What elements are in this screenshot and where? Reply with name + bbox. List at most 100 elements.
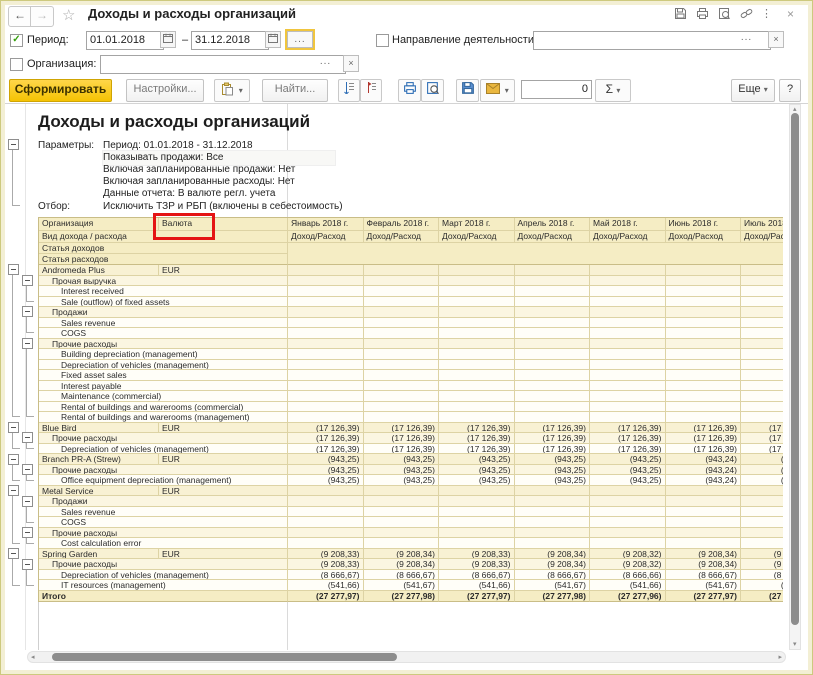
value-cell[interactable] — [666, 391, 742, 402]
value-cell[interactable] — [590, 297, 666, 308]
item-label-cell[interactable]: Building depreciation (management) — [39, 349, 288, 360]
group-label-cell[interactable]: Продажи — [39, 307, 288, 318]
find-button[interactable]: Найти... — [262, 79, 328, 102]
table-row[interactable]: COGS — [39, 517, 783, 528]
value-cell[interactable] — [590, 538, 666, 549]
collapse-group-icon[interactable] — [22, 527, 33, 538]
value-cell[interactable] — [364, 402, 440, 413]
value-cell[interactable]: (9 208,33) — [288, 559, 364, 570]
period-choose-button[interactable]: ... — [287, 31, 313, 48]
item-label-cell[interactable]: Depreciation of vehicles (management) — [39, 570, 288, 581]
value-cell[interactable] — [741, 360, 783, 371]
value-cell[interactable] — [364, 286, 440, 297]
value-cell[interactable]: (943,25) — [590, 475, 666, 486]
value-cell[interactable] — [590, 318, 666, 329]
direction-choose-button[interactable]: ... — [739, 32, 754, 47]
value-cell[interactable] — [288, 328, 364, 339]
organization-header[interactable]: Организация — [39, 218, 159, 231]
collapse-groups-icon[interactable] — [338, 79, 360, 102]
value-cell[interactable]: (17 126,39) — [590, 433, 666, 444]
value-cell[interactable] — [364, 370, 440, 381]
value-cell[interactable] — [515, 286, 591, 297]
currency-header[interactable]: Валюта — [159, 218, 288, 231]
value-cell[interactable]: (17 126,39) — [439, 433, 515, 444]
value-cell[interactable]: (17 126,39) — [439, 423, 515, 434]
value-cell[interactable]: (9 208,34) — [364, 559, 440, 570]
sigma-dropdown[interactable]: Σ ▾ — [595, 79, 631, 102]
value-cell[interactable] — [439, 318, 515, 329]
value-cell[interactable] — [364, 297, 440, 308]
value-cell[interactable] — [439, 538, 515, 549]
table-row[interactable]: Прочие расходы(943,25)(943,25)(943,25)(9… — [39, 465, 783, 476]
month-header[interactable]: Апрель 2018 г. — [515, 218, 591, 231]
table-row[interactable]: Rental of buildings and warerooms (manag… — [39, 412, 783, 423]
value-cell[interactable] — [364, 391, 440, 402]
table-row[interactable]: Прочие расходы — [39, 339, 783, 350]
value-cell[interactable]: (17 126,39) — [666, 444, 742, 455]
value-cell[interactable] — [666, 538, 742, 549]
value-cell[interactable]: (8 666,67) — [741, 570, 783, 581]
table-row[interactable]: Andromeda PlusEUR — [39, 265, 783, 276]
table-row[interactable]: Metal ServiceEUR — [39, 486, 783, 497]
group-label-cell[interactable]: Прочие расходы — [39, 339, 288, 350]
table-row[interactable]: Rental of buildings and warerooms (comme… — [39, 402, 783, 413]
forward-button[interactable]: → — [30, 6, 54, 27]
value-cell[interactable] — [666, 496, 742, 507]
value-cell[interactable] — [666, 370, 742, 381]
value-cell[interactable] — [590, 391, 666, 402]
horizontal-scrollbar[interactable]: ◂ ▸ — [27, 651, 786, 663]
value-cell[interactable]: (17 126,39) — [364, 433, 440, 444]
group-label-cell[interactable]: Прочие расходы — [39, 433, 288, 444]
value-cell[interactable]: (17 126,39) — [515, 423, 591, 434]
value-cell[interactable]: (27 277,96) — [590, 591, 666, 602]
table-row[interactable]: Sales revenue — [39, 507, 783, 518]
item-label-cell[interactable]: Rental of buildings and warerooms (manag… — [39, 412, 288, 423]
value-cell[interactable] — [364, 496, 440, 507]
value-cell[interactable] — [666, 265, 742, 276]
value-cell[interactable] — [666, 349, 742, 360]
value-cell[interactable]: (943,24) — [666, 454, 742, 465]
table-row[interactable]: Sales revenue — [39, 318, 783, 329]
value-cell[interactable]: (9 208,34) — [666, 559, 742, 570]
value-cell[interactable]: (17 126,39) — [364, 444, 440, 455]
value-cell[interactable] — [288, 339, 364, 350]
horizontal-scrollbar-thumb[interactable] — [52, 653, 397, 661]
value-cell[interactable] — [741, 412, 783, 423]
value-cell[interactable] — [741, 349, 783, 360]
direction-checkbox[interactable] — [376, 34, 389, 47]
expand-groups-icon[interactable] — [360, 79, 382, 102]
expense-article-header[interactable]: Статья расходов — [39, 254, 288, 265]
month-header[interactable]: Июнь 2018 г. — [666, 218, 742, 231]
value-cell[interactable]: (9 208,33) — [288, 549, 364, 560]
value-cell[interactable] — [288, 360, 364, 371]
value-cell[interactable]: (9 208,33) — [741, 559, 783, 570]
value-cell[interactable]: (17 126,39) — [439, 444, 515, 455]
value-cell[interactable]: (943,25) — [288, 454, 364, 465]
value-cell[interactable] — [439, 486, 515, 497]
value-cell[interactable] — [515, 528, 591, 539]
value-cell[interactable] — [364, 360, 440, 371]
group-label-cell[interactable]: Продажи — [39, 496, 288, 507]
value-cell[interactable] — [515, 370, 591, 381]
value-cell[interactable] — [590, 339, 666, 350]
value-cell[interactable] — [515, 276, 591, 287]
org-label-cell[interactable]: Metal Service — [39, 486, 159, 497]
value-cell[interactable] — [666, 318, 742, 329]
value-cell[interactable]: (541,67) — [666, 580, 742, 591]
period-to-input[interactable]: 31.12.2018 — [191, 31, 269, 50]
table-row[interactable]: Cost calculation error — [39, 538, 783, 549]
direction-clear-button[interactable]: × — [768, 31, 784, 48]
value-cell[interactable] — [666, 528, 742, 539]
value-cell[interactable]: (8 666,67) — [439, 570, 515, 581]
paste-settings-dropdown[interactable]: ▾ — [214, 79, 250, 102]
month-header[interactable]: Март 2018 г. — [439, 218, 515, 231]
value-cell[interactable] — [515, 538, 591, 549]
group-label-cell[interactable]: Прочие расходы — [39, 559, 288, 570]
value-cell[interactable] — [439, 339, 515, 350]
calendar-icon[interactable] — [160, 31, 176, 48]
table-row[interactable]: Прочие расходы(9 208,33)(9 208,34)(9 208… — [39, 559, 783, 570]
value-cell[interactable]: (943,25) — [741, 475, 783, 486]
value-cell[interactable]: (17 126,39) — [666, 423, 742, 434]
value-cell[interactable] — [288, 517, 364, 528]
table-row[interactable]: Interest received — [39, 286, 783, 297]
